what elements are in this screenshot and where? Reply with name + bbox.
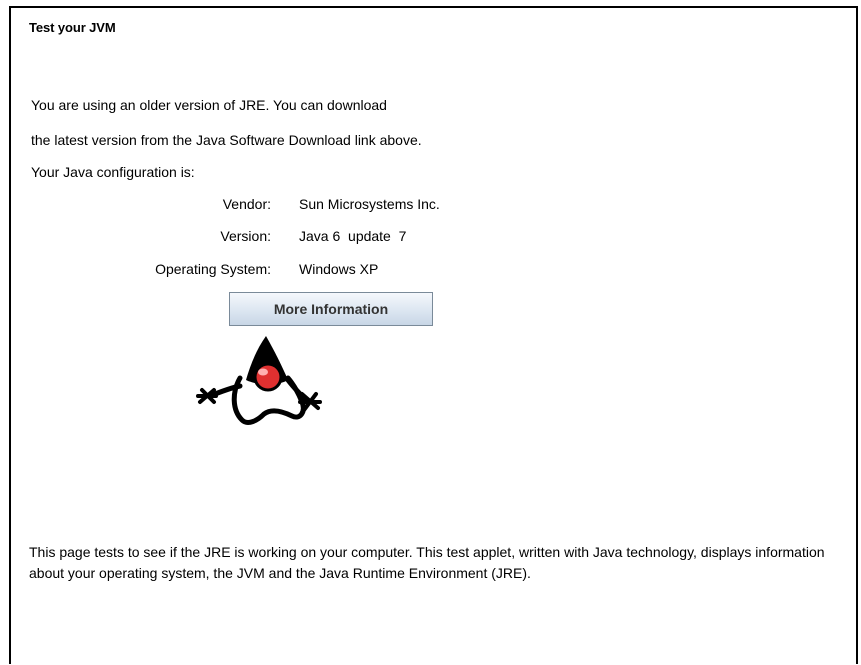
os-label: Operating System: (155, 261, 271, 277)
version-value: Java 6 update 7 (299, 228, 407, 244)
intro-text-line-1: You are using an older version of JRE. Y… (31, 97, 387, 113)
vendor-label: Vendor: (222, 196, 271, 212)
os-value: Windows XP (299, 261, 379, 277)
page-description: This page tests to see if the JRE is wor… (29, 544, 825, 581)
duke-java-mascot-icon (196, 336, 322, 425)
more-information-button[interactable]: More Information (229, 292, 433, 326)
version-label: Version: (220, 228, 271, 244)
vendor-value: Sun Microsystems Inc. (299, 196, 440, 212)
config-heading: Your Java configuration is: (31, 164, 195, 180)
intro-text-line-2: the latest version from the Java Softwar… (31, 132, 422, 148)
